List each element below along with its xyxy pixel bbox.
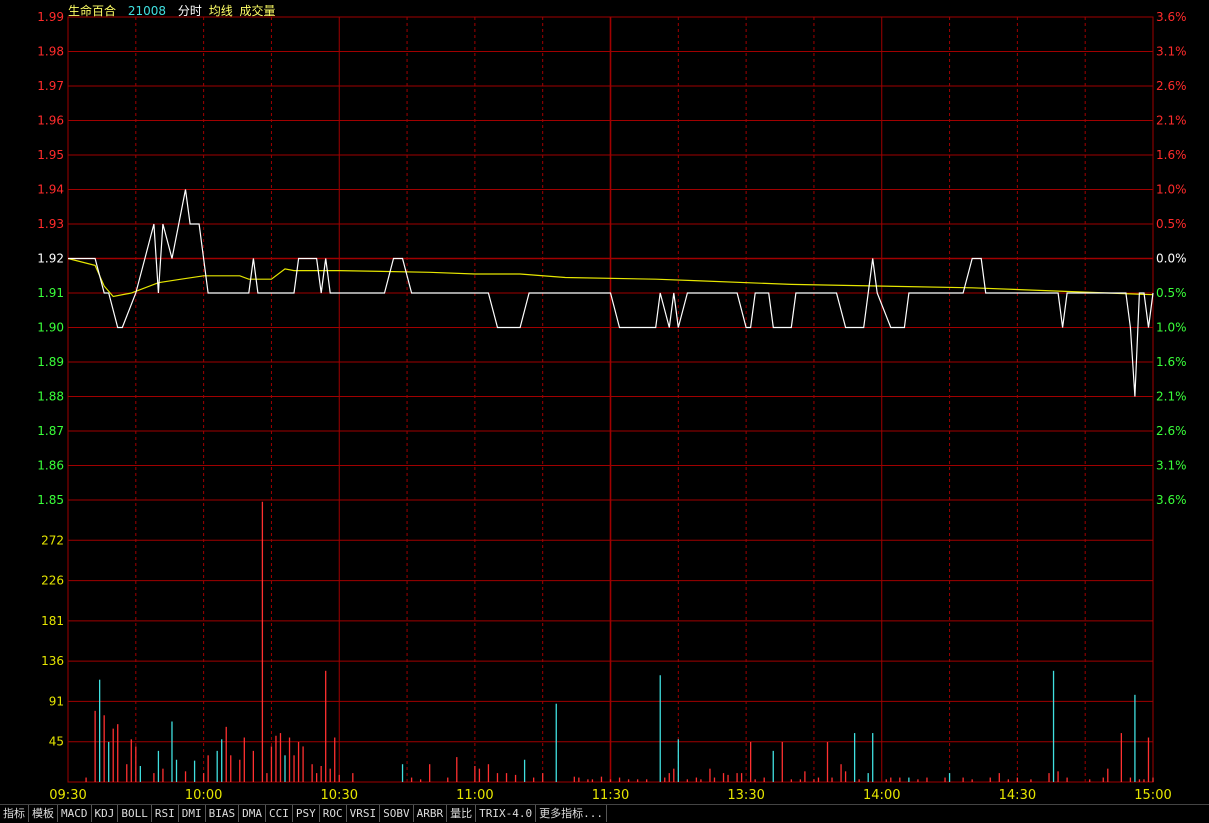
intraday-chart[interactable]: 1.99 1.98 1.97 1.96 1.95 1.94 1.93 1.92 1.91 1.90… <box>0 0 1209 803</box>
tab-template[interactable]: 模板 <box>29 805 58 822</box>
volume-tick-label: 136 <box>41 654 64 668</box>
time-axis-label: 09:30 <box>49 788 86 803</box>
price-tick-label: 1.92 <box>37 252 64 266</box>
price-tick-label: 1.88 <box>37 390 64 404</box>
time-axis-label: 14:30 <box>999 788 1036 803</box>
header-item-time: 分时 <box>177 4 202 18</box>
tab-rsi[interactable]: RSI <box>152 805 179 822</box>
percent-tick-label: 0.0% <box>1156 252 1187 266</box>
tab-psy[interactable]: PSY <box>293 805 320 822</box>
percent-tick-label: 2.1% <box>1156 390 1187 404</box>
price-tick-label: 1.90 <box>37 321 64 335</box>
tab-roc[interactable]: ROC <box>320 805 347 822</box>
volume-tick-label: 45 <box>49 735 64 749</box>
percent-tick-label: 3.1% <box>1156 459 1187 473</box>
percent-tick-label: 0.5% <box>1156 217 1187 231</box>
stock-name: 生命百合 <box>68 4 117 18</box>
tab-sobv[interactable]: SOBV <box>380 805 414 822</box>
percent-tick-label: 1.0% <box>1156 321 1187 335</box>
price-tick-label: 1.97 <box>37 79 64 93</box>
percent-tick-label: 1.6% <box>1156 355 1187 369</box>
time-axis-label: 14:00 <box>863 788 900 803</box>
price-tick-label: 1.94 <box>37 183 64 197</box>
price-tick-label: 1.95 <box>37 148 64 162</box>
tab-vrsi[interactable]: VRSI <box>347 805 381 822</box>
percent-tick-label: 3.6% <box>1156 10 1187 24</box>
price-tick-label: 1.99 <box>37 10 64 24</box>
tab-boll[interactable]: BOLL <box>118 805 152 822</box>
tab-kdj[interactable]: KDJ <box>92 805 119 822</box>
price-tick-label: 1.89 <box>37 355 64 369</box>
price-tick-label: 1.85 <box>37 493 64 507</box>
percent-tick-label: 3.6% <box>1156 493 1187 507</box>
volume-tick-label: 272 <box>41 533 64 547</box>
indicator-tab-bar: 指标 模板 MACD KDJ BOLL RSI DMI BIAS DMA CCI… <box>0 804 1209 823</box>
price-tick-label: 1.93 <box>37 217 64 231</box>
tab-arbr[interactable]: ARBR <box>414 805 448 822</box>
percent-tick-label: 3.1% <box>1156 45 1187 59</box>
volume-tick-label: 181 <box>41 614 64 628</box>
time-axis-label: 10:00 <box>185 788 222 803</box>
percent-tick-label: 2.6% <box>1156 79 1187 93</box>
tab-bias[interactable]: BIAS <box>206 805 240 822</box>
header-item-avg: 均线 <box>208 4 233 18</box>
price-tick-label: 1.98 <box>37 45 64 59</box>
tab-dmi[interactable]: DMI <box>179 805 206 822</box>
tab-macd[interactable]: MACD <box>58 805 92 822</box>
percent-tick-label: 1.6% <box>1156 148 1187 162</box>
price-tick-label: 1.87 <box>37 424 64 438</box>
price-tick-label: 1.86 <box>37 459 64 473</box>
percent-tick-label: 2.1% <box>1156 114 1187 128</box>
percent-tick-label: 2.6% <box>1156 424 1187 438</box>
header-item-volume: 成交量 <box>239 4 276 18</box>
tab-cci[interactable]: CCI <box>266 805 293 822</box>
chart-header: 生命百合 21008 分时 均线 成交量 <box>68 2 284 19</box>
tab-more-indicators[interactable]: 更多指标... <box>536 805 607 822</box>
time-axis-label: 11:30 <box>592 788 629 803</box>
tab-indicator[interactable]: 指标 <box>0 805 29 822</box>
percent-tick-label: 0.5% <box>1156 286 1187 300</box>
tab-volume-ratio[interactable]: 量比 <box>447 805 477 822</box>
volume-tick-label: 91 <box>49 694 64 708</box>
time-axis-label: 11:00 <box>456 788 493 803</box>
volume-tick-label: 226 <box>41 574 64 588</box>
price-tick-label: 1.96 <box>37 114 64 128</box>
price-tick-label: 1.91 <box>37 286 64 300</box>
stock-code: 21008 <box>127 4 167 18</box>
percent-tick-label: 1.0% <box>1156 183 1187 197</box>
tab-trix[interactable]: TRIX-4.0 <box>476 805 537 822</box>
time-axis-label: 13:30 <box>727 788 764 803</box>
time-axis-label: 10:30 <box>321 788 358 803</box>
tab-dma[interactable]: DMA <box>239 805 266 822</box>
time-axis-label: 15:00 <box>1134 788 1171 803</box>
